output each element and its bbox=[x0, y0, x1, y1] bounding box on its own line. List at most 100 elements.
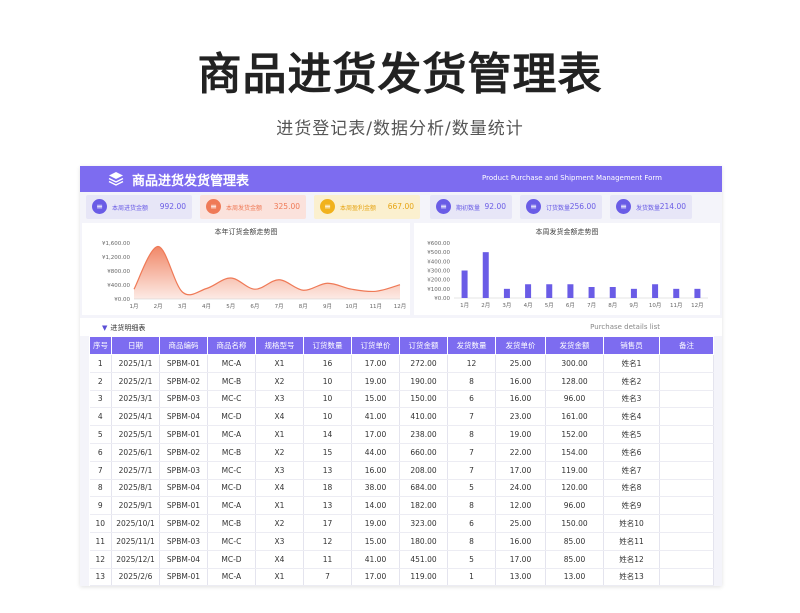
table-cell[interactable]: 姓名12 bbox=[603, 550, 660, 569]
table-cell[interactable]: 16.00 bbox=[351, 461, 400, 480]
table-row[interactable]: 9 2025/9/1 SPBM-01 MC-A X1 13 14.00 182.00 8 12.0… bbox=[89, 496, 714, 516]
table-cell[interactable]: 238.00 bbox=[399, 425, 448, 444]
table-cell[interactable]: 12 bbox=[303, 532, 352, 551]
table-cell[interactable]: SPBM-04 bbox=[159, 407, 208, 427]
table-cell[interactable]: 41.00 bbox=[351, 550, 400, 569]
table-cell[interactable]: 15.00 bbox=[351, 390, 400, 409]
table-cell[interactable]: 8 bbox=[89, 479, 112, 498]
table-cell[interactable]: 96.00 bbox=[545, 496, 604, 516]
table-cell[interactable]: MC-A bbox=[207, 425, 256, 444]
table-cell[interactable]: 4 bbox=[89, 407, 112, 427]
column-header[interactable]: 商品编码 bbox=[159, 336, 208, 355]
table-cell[interactable]: 姓名5 bbox=[603, 425, 660, 444]
table-cell[interactable]: 180.00 bbox=[399, 532, 448, 551]
table-cell[interactable]: 323.00 bbox=[399, 514, 448, 533]
table-cell[interactable] bbox=[659, 425, 714, 444]
table-cell[interactable]: 19.00 bbox=[351, 514, 400, 533]
table-cell[interactable]: 19.00 bbox=[495, 425, 546, 444]
table-cell[interactable]: MC-C bbox=[207, 461, 256, 480]
table-cell[interactable]: 12.00 bbox=[495, 496, 546, 516]
table-cell[interactable]: 6 bbox=[447, 514, 496, 533]
table-cell[interactable]: 17.00 bbox=[351, 425, 400, 444]
table-cell[interactable]: 姓名8 bbox=[603, 479, 660, 498]
table-cell[interactable]: MC-A bbox=[207, 496, 256, 516]
table-cell[interactable]: 25.00 bbox=[495, 514, 546, 533]
table-cell[interactable]: 10 bbox=[89, 514, 112, 533]
table-cell[interactable]: 25.00 bbox=[495, 354, 546, 373]
table-cell[interactable]: X1 bbox=[255, 496, 304, 516]
table-cell[interactable]: 2025/2/1 bbox=[111, 372, 160, 391]
column-header[interactable]: 备注 bbox=[659, 336, 714, 355]
table-cell[interactable]: 姓名9 bbox=[603, 496, 660, 516]
table-row[interactable]: 1 2025/1/1 SPBM-01 MC-A X1 16 17.00 272.00 12 25.… bbox=[89, 354, 714, 373]
table-cell[interactable]: MC-D bbox=[207, 407, 256, 427]
table-cell[interactable]: SPBM-01 bbox=[159, 354, 208, 373]
table-cell[interactable]: 16.00 bbox=[495, 532, 546, 551]
table-cell[interactable]: 12 bbox=[447, 354, 496, 373]
table-cell[interactable]: 7 bbox=[447, 407, 496, 427]
table-cell[interactable]: 150.00 bbox=[545, 514, 604, 533]
table-cell[interactable]: 2025/9/1 bbox=[111, 496, 160, 516]
table-cell[interactable]: X4 bbox=[255, 479, 304, 498]
table-cell[interactable]: X3 bbox=[255, 461, 304, 480]
table-cell[interactable] bbox=[659, 390, 714, 409]
table-cell[interactable]: 1 bbox=[447, 568, 496, 586]
table-cell[interactable]: 2025/3/1 bbox=[111, 390, 160, 409]
table-row[interactable]: 7 2025/7/1 SPBM-03 MC-C X3 13 16.00 208.00 7 17.0… bbox=[89, 461, 714, 480]
table-cell[interactable]: 17.00 bbox=[351, 568, 400, 586]
table-cell[interactable]: SPBM-01 bbox=[159, 568, 208, 586]
column-header[interactable]: 序号 bbox=[89, 336, 112, 355]
table-cell[interactable]: 17.00 bbox=[351, 354, 400, 373]
table-cell[interactable]: 120.00 bbox=[545, 479, 604, 498]
table-cell[interactable]: 2025/11/1 bbox=[111, 532, 160, 551]
table-cell[interactable]: X3 bbox=[255, 532, 304, 551]
table-cell[interactable]: 14.00 bbox=[351, 496, 400, 516]
table-cell[interactable]: SPBM-03 bbox=[159, 390, 208, 409]
table-cell[interactable]: SPBM-04 bbox=[159, 479, 208, 498]
table-cell[interactable]: 190.00 bbox=[399, 372, 448, 391]
table-cell[interactable]: 16.00 bbox=[495, 390, 546, 409]
table-cell[interactable]: 182.00 bbox=[399, 496, 448, 516]
table-cell[interactable] bbox=[659, 568, 714, 586]
table-cell[interactable]: MC-B bbox=[207, 514, 256, 533]
table-cell[interactable]: 8 bbox=[447, 496, 496, 516]
table-cell[interactable]: X4 bbox=[255, 550, 304, 569]
column-header[interactable]: 日期 bbox=[111, 336, 160, 355]
table-cell[interactable]: 2025/12/1 bbox=[111, 550, 160, 569]
table-cell[interactable]: 11 bbox=[303, 550, 352, 569]
table-row[interactable]: 2 2025/2/1 SPBM-02 MC-B X2 10 19.00 190.00 8 16.0… bbox=[89, 372, 714, 391]
table-cell[interactable] bbox=[659, 496, 714, 516]
table-cell[interactable]: 300.00 bbox=[545, 354, 604, 373]
table-row[interactable]: 13 2025/2/6 SPBM-01 MC-A X1 7 17.00 119.00 1 13.0… bbox=[89, 568, 714, 586]
column-header[interactable]: 发货单价 bbox=[495, 336, 546, 355]
table-cell[interactable]: MC-D bbox=[207, 550, 256, 569]
table-cell[interactable]: 17.00 bbox=[495, 550, 546, 569]
table-cell[interactable]: 10 bbox=[303, 407, 352, 427]
table-cell[interactable]: 119.00 bbox=[399, 568, 448, 586]
table-cell[interactable]: MC-B bbox=[207, 372, 256, 391]
table-cell[interactable]: 6 bbox=[447, 390, 496, 409]
table-cell[interactable]: 41.00 bbox=[351, 407, 400, 427]
table-cell[interactable]: 16 bbox=[303, 354, 352, 373]
table-cell[interactable]: 660.00 bbox=[399, 443, 448, 462]
table-cell[interactable]: 8 bbox=[447, 372, 496, 391]
table-cell[interactable]: 姓名1 bbox=[603, 354, 660, 373]
table-cell[interactable]: 7 bbox=[447, 461, 496, 480]
table-cell[interactable]: 2025/1/1 bbox=[111, 354, 160, 373]
table-row[interactable]: 6 2025/6/1 SPBM-02 MC-B X2 15 44.00 660.00 7 22.0… bbox=[89, 443, 714, 462]
table-cell[interactable]: 8 bbox=[447, 532, 496, 551]
column-header[interactable]: 订货金额 bbox=[399, 336, 448, 355]
table-cell[interactable]: 23.00 bbox=[495, 407, 546, 427]
table-cell[interactable]: 17 bbox=[303, 514, 352, 533]
table-cell[interactable]: 5 bbox=[447, 479, 496, 498]
table-cell[interactable]: 5 bbox=[447, 550, 496, 569]
table-cell[interactable]: MC-A bbox=[207, 568, 256, 586]
table-cell[interactable]: 150.00 bbox=[399, 390, 448, 409]
table-cell[interactable] bbox=[659, 372, 714, 391]
table-row[interactable]: 12 2025/12/1 SPBM-04 MC-D X4 11 41.00 451.00 5 17… bbox=[89, 550, 714, 569]
table-cell[interactable]: MC-B bbox=[207, 443, 256, 462]
table-row[interactable]: 3 2025/3/1 SPBM-03 MC-C X3 10 15.00 150.00 6 16.0… bbox=[89, 390, 714, 409]
table-cell[interactable]: 16.00 bbox=[495, 372, 546, 391]
table-row[interactable]: 11 2025/11/1 SPBM-03 MC-C X3 12 15.00 180.00 8 16… bbox=[89, 532, 714, 551]
table-cell[interactable]: 2025/6/1 bbox=[111, 443, 160, 462]
